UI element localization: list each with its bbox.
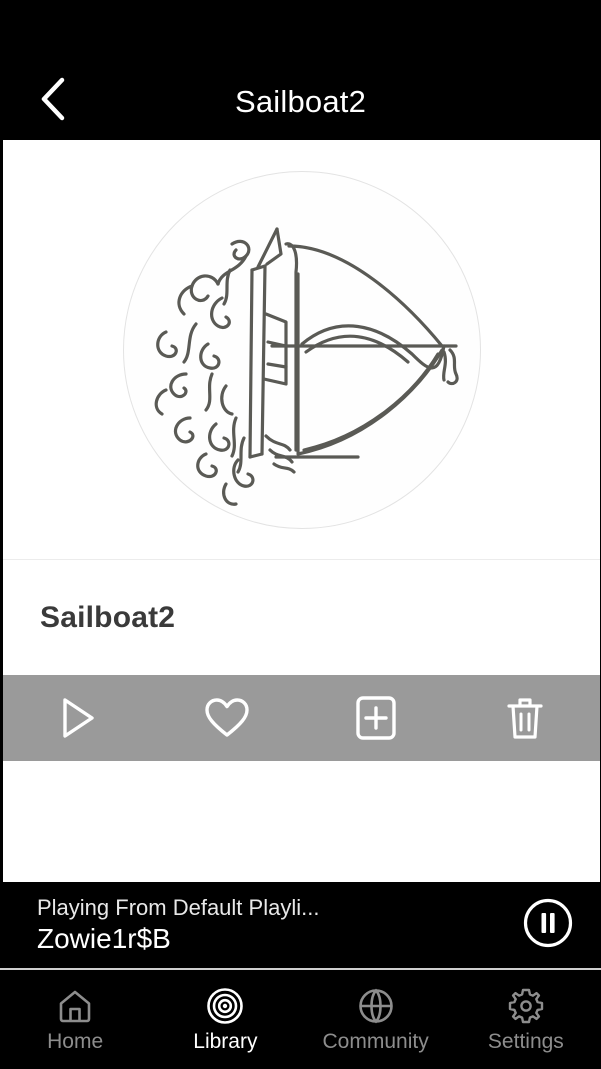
detail-title-row: Sailboat2 [3, 560, 600, 675]
sailboat-line-art-icon [126, 174, 478, 526]
content-filler [3, 761, 600, 882]
target-icon [206, 987, 244, 1025]
delete-button[interactable] [451, 675, 600, 761]
favorite-button[interactable] [152, 675, 301, 761]
back-button[interactable] [26, 74, 80, 128]
content-area: Sailboat2 [0, 140, 601, 882]
chevron-left-icon [36, 76, 70, 127]
header-inner: Sailboat2 [0, 62, 601, 140]
app-root: Sailboat2 Sailboat2 Playing From Default… [0, 0, 601, 1069]
nav-item-settings[interactable]: Settings [451, 970, 601, 1069]
pause-circle-icon [522, 897, 574, 954]
play-button[interactable] [3, 675, 152, 761]
heart-icon [204, 697, 250, 739]
mini-player[interactable]: Playing From Default Playli... Zowie1r$B [0, 882, 601, 970]
action-bar [3, 675, 600, 761]
nav-item-home[interactable]: Home [0, 970, 150, 1069]
globe-icon [357, 987, 395, 1025]
nav-label-library: Library [193, 1030, 258, 1053]
nav-label-home: Home [47, 1030, 104, 1053]
nav-label-community: Community [322, 1030, 429, 1053]
bottom-navigation: Home Library Community Settings [0, 970, 601, 1069]
nav-label-settings: Settings [487, 1030, 564, 1053]
artwork-circle[interactable] [122, 170, 481, 529]
play-icon [58, 696, 98, 740]
nav-item-community[interactable]: Community [301, 970, 451, 1069]
mini-player-text: Playing From Default Playli... Zowie1r$B [37, 894, 521, 956]
add-to-playlist-button[interactable] [302, 675, 451, 761]
home-icon [56, 987, 94, 1025]
artwork-section [3, 140, 600, 560]
gear-icon [507, 987, 545, 1025]
detail-title: Sailboat2 [40, 600, 176, 634]
trash-icon [505, 695, 545, 741]
plus-square-icon [355, 695, 397, 741]
mini-player-track-title: Zowie1r$B [37, 923, 171, 955]
mini-player-source: Playing From Default Playli... [37, 894, 320, 920]
nav-item-library[interactable]: Library [150, 970, 300, 1069]
app-header: Sailboat2 [0, 0, 601, 140]
page-title: Sailboat2 [234, 83, 367, 119]
pause-button[interactable] [521, 898, 575, 952]
